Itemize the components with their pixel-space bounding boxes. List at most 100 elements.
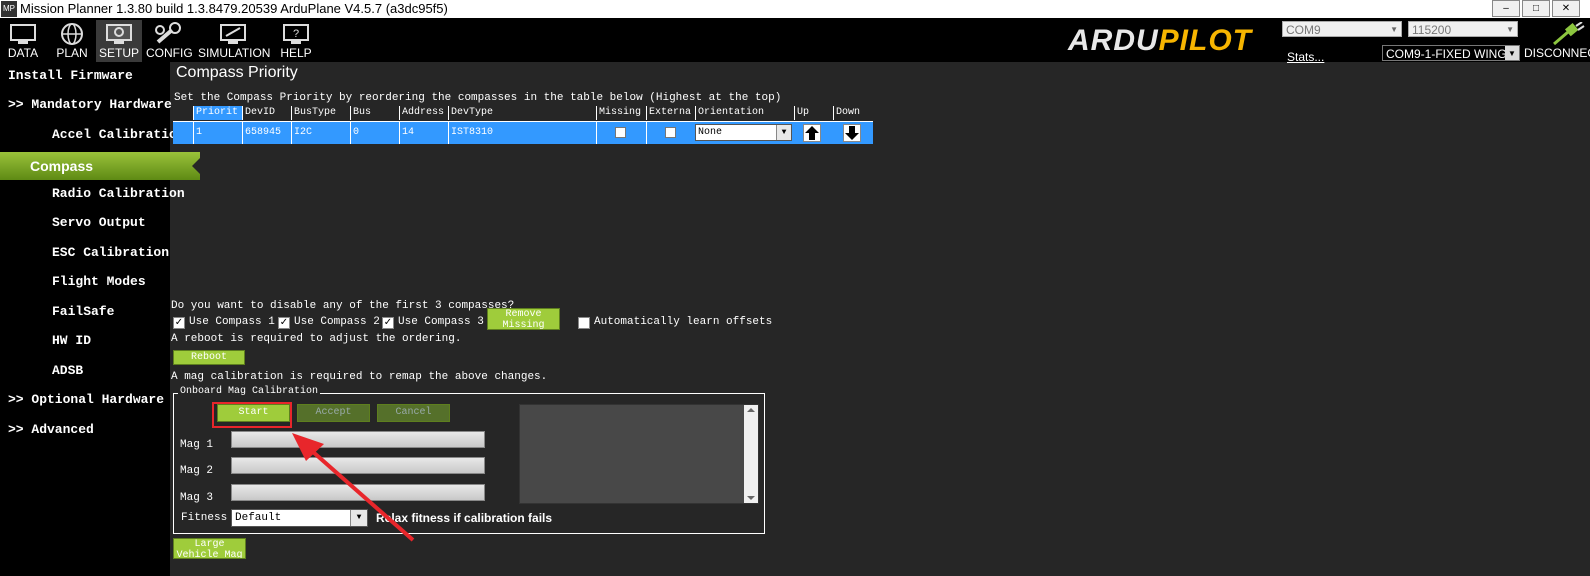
column-header-up[interactable]: Up (794, 106, 833, 120)
window-title-bar: MP Mission Planner 1.3.80 build 1.3.8479… (0, 0, 1590, 18)
start-highlight-box (212, 402, 292, 428)
disconnect-button[interactable]: DISCONNECT (1524, 46, 1590, 60)
log-scrollbar[interactable] (744, 405, 758, 503)
sidebar-item-install-firmware[interactable]: Install Firmware (0, 66, 178, 86)
nav-simulation-label: SIMULATION (198, 46, 271, 60)
onboard-mag-calibration-legend: Onboard Mag Calibration (178, 386, 321, 397)
scroll-arrows-icon (747, 408, 755, 500)
calibration-log-textbox[interactable] (519, 404, 759, 504)
reboot-note-text: A reboot is required to adjust the order… (171, 333, 462, 345)
main-toolbar: DATA PLAN SETUP CONFIG SIMULATION ? HELP… (0, 18, 1590, 64)
window-title: Mission Planner 1.3.80 build 1.3.8479.20… (20, 1, 448, 16)
nav-plan-label: PLAN (56, 46, 88, 60)
priority-cell: 1 (193, 122, 242, 144)
column-header-bustype[interactable]: BusType (291, 106, 350, 120)
maximize-button[interactable]: □ (1522, 0, 1550, 17)
column-header-external[interactable]: Externa (646, 106, 695, 120)
devtype-cell: IST8310 (448, 122, 596, 144)
ardupilot-logo: ARDUPILOT (1068, 24, 1253, 57)
nav-simulation-button[interactable]: SIMULATION (198, 20, 271, 62)
bustype-cell: I2C (291, 122, 350, 144)
mag-calibration-note: A mag calibration is required to remap t… (171, 371, 548, 383)
sidebar-item-advanced[interactable]: >> Advanced (0, 420, 178, 440)
large-vehicle-mag-button[interactable]: Large Vehicle Mag (173, 538, 246, 559)
column-header-devid[interactable]: DevID (242, 106, 291, 120)
app-icon: MP (1, 1, 17, 17)
compass-table: Priorit DevID BusType Bus Address DevTyp… (173, 106, 873, 145)
nav-help-button[interactable]: ? HELP (276, 20, 316, 62)
missing-cell (596, 122, 646, 144)
column-header-priority[interactable]: Priorit (193, 106, 242, 120)
cancel-button[interactable]: Cancel (377, 404, 450, 422)
external-checkbox[interactable] (665, 127, 676, 138)
column-header-down[interactable]: Down (833, 106, 873, 120)
mag-2-label: Mag 2 (180, 465, 214, 477)
remove-missing-button[interactable]: Remove Missing (487, 308, 560, 330)
use-compass-1-checkbox[interactable]: ✓ (173, 317, 185, 329)
move-down-button[interactable] (843, 124, 861, 142)
column-header-address[interactable]: Address (399, 106, 448, 120)
compass-panel: Compass Priority Set the Compass Priorit… (170, 62, 1590, 576)
use-compass-3-checkbox[interactable]: ✓ (382, 317, 394, 329)
sidebar-item-optional-hardware[interactable]: >> Optional Hardware (0, 390, 178, 410)
table-row[interactable]: 1 658945 I2C 0 14 IST8310 None ▼ (173, 121, 873, 144)
wrench-icon (155, 22, 181, 44)
row-header-cell[interactable] (173, 122, 193, 144)
mag-3-progress-bar (231, 484, 485, 501)
table-corner-header (173, 106, 193, 120)
sidebar-item-mandatory-hardware[interactable]: >> Mandatory Hardware (0, 95, 178, 115)
external-cell (646, 122, 695, 144)
window-controls: – □ ✕ (1490, 0, 1580, 17)
instructions-text: Set the Compass Priority by reordering t… (174, 92, 782, 104)
auto-learn-offsets-label[interactable]: Automatically learn offsets (594, 316, 772, 328)
address-cell: 14 (399, 122, 448, 144)
use-compass-2-checkbox[interactable]: ✓ (278, 317, 290, 329)
column-header-orientation[interactable]: Orientation (695, 106, 794, 120)
arrow-down-icon (845, 126, 859, 140)
nav-config-button[interactable]: CONFIG (146, 20, 193, 62)
arrow-up-icon (805, 126, 819, 140)
svg-text:?: ? (293, 28, 299, 40)
column-header-missing[interactable]: Missing (596, 106, 646, 120)
devid-cell: 658945 (242, 122, 291, 144)
port-select[interactable]: COM9 ▼ (1282, 21, 1402, 37)
simulation-icon (220, 24, 246, 44)
mag-2-progress-bar (231, 457, 485, 474)
help-icon: ? (283, 24, 309, 44)
disable-question-text: Do you want to disable any of the first … (171, 300, 515, 312)
monitor-icon (10, 24, 36, 44)
use-compass-2-label[interactable]: Use Compass 2 (294, 316, 380, 328)
nav-data-button[interactable]: DATA (4, 20, 42, 62)
fitness-label: Fitness (181, 512, 228, 524)
nav-setup-label: SETUP (98, 46, 139, 60)
nav-setup-button[interactable]: SETUP (96, 20, 142, 62)
close-button[interactable]: ✕ (1552, 0, 1580, 17)
globe-icon (61, 23, 83, 45)
missing-checkbox[interactable] (615, 127, 626, 138)
relax-fitness-checkbox-label[interactable]: Relax fitness if calibration fails (376, 511, 552, 525)
plug-icon[interactable] (1550, 22, 1586, 46)
nav-help-label: HELP (280, 46, 312, 60)
use-compass-3-label[interactable]: Use Compass 3 (398, 316, 484, 328)
page-title: Compass Priority (176, 64, 298, 81)
orientation-select[interactable]: None ▼ (695, 124, 792, 141)
column-header-bus[interactable]: Bus (350, 106, 399, 120)
nav-data-label: DATA (7, 46, 39, 60)
nav-config-label: CONFIG (146, 46, 193, 60)
use-compass-1-label[interactable]: Use Compass 1 (189, 316, 275, 328)
baud-select[interactable]: 115200 ▼ (1408, 21, 1518, 37)
nav-plan-button[interactable]: PLAN (52, 20, 92, 62)
firmware-select[interactable]: COM9-1-FIXED WING ▼ (1382, 45, 1520, 61)
setup-icon (106, 24, 132, 44)
reboot-button[interactable]: Reboot (173, 350, 245, 365)
accept-button[interactable]: Accept (297, 404, 370, 422)
mag-1-progress-bar (231, 431, 485, 448)
move-up-button[interactable] (803, 124, 821, 142)
fitness-select[interactable]: Default ▼ (231, 509, 368, 527)
column-header-devtype[interactable]: DevType (448, 106, 596, 120)
setup-sidebar: Install Firmware >> Mandatory Hardware A… (0, 62, 200, 576)
mag-1-label: Mag 1 (180, 439, 214, 451)
minimize-button[interactable]: – (1492, 0, 1520, 17)
auto-learn-offsets-checkbox[interactable] (578, 317, 590, 329)
bus-cell: 0 (350, 122, 399, 144)
